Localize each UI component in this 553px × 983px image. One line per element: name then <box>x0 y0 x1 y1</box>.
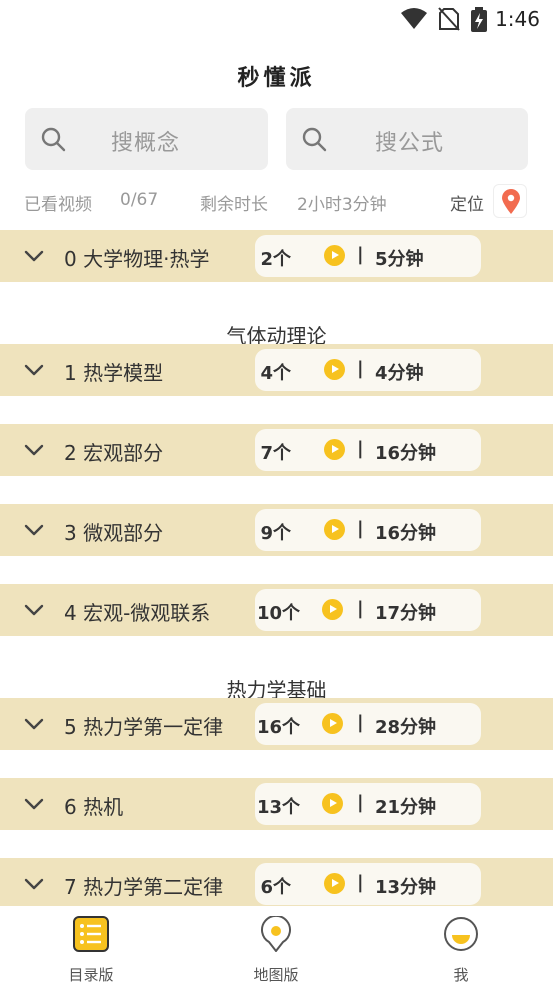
chevron-down-icon[interactable] <box>24 250 44 262</box>
chapter-title: 4 宏观-微观联系 <box>64 601 211 625</box>
location-pin-icon <box>502 189 520 214</box>
video-count: 16个 <box>256 717 300 738</box>
bottom-nav: 目录版 地图版 我 <box>0 906 553 983</box>
watched-label: 已看视频 <box>24 195 92 215</box>
status-bar: 1:46 <box>0 0 553 40</box>
chapter-title: 0 大学物理·热学 <box>64 247 210 271</box>
locate-label[interactable]: 定位 <box>450 190 484 216</box>
chapter-duration: 4分钟 <box>375 363 424 384</box>
remaining-label: 剩余时长 <box>200 195 268 215</box>
pill-separator: | <box>357 712 364 733</box>
video-count: 2个 <box>260 249 291 270</box>
chapter-row[interactable]: 3 微观部分 9个 | 16分钟 <box>0 504 553 556</box>
app-title: 秒懂派 <box>237 66 316 91</box>
video-count: 13个 <box>256 797 300 818</box>
chapter-row[interactable]: 2 宏观部分 7个 | 16分钟 <box>0 424 553 476</box>
video-count: 7个 <box>260 443 291 464</box>
nav-label-map: 地图版 <box>253 966 299 983</box>
chapter-duration: 28分钟 <box>375 717 437 738</box>
play-icon <box>322 793 343 814</box>
play-icon <box>324 873 345 894</box>
chapter-duration: 21分钟 <box>375 797 437 818</box>
chapter-stats-pill[interactable]: 10个 | 17分钟 <box>255 589 481 631</box>
chapter-row[interactable]: 4 宏观-微观联系 10个 | 17分钟 <box>0 584 553 636</box>
nav-label-catalog: 目录版 <box>68 966 114 983</box>
formula-search-input[interactable]: 搜公式 <box>286 108 528 170</box>
profile-icon <box>444 917 478 951</box>
search-icon <box>302 127 327 152</box>
chapter-title: 7 热力学第二定律 <box>64 875 224 899</box>
chapter-duration: 16分钟 <box>375 443 437 464</box>
nav-item-catalog[interactable]: 目录版 <box>41 914 141 983</box>
chapter-title: 5 热力学第一定律 <box>64 715 224 739</box>
chapter-stats-pill[interactable]: 7个 | 16分钟 <box>255 429 481 471</box>
formula-search-placeholder: 搜公式 <box>375 131 445 156</box>
chevron-down-icon[interactable] <box>24 718 44 730</box>
nav-item-me[interactable]: 我 <box>411 914 511 983</box>
chapter-row[interactable]: 1 热学模型 4个 | 4分钟 <box>0 344 553 396</box>
chapter-stats-pill[interactable]: 6个 | 13分钟 <box>255 863 481 905</box>
play-icon <box>324 359 345 380</box>
pill-separator: | <box>357 438 364 459</box>
list-icon <box>73 916 109 952</box>
pill-separator: | <box>357 792 364 813</box>
nav-item-map[interactable]: 地图版 <box>226 914 326 983</box>
chapter-stats-pill[interactable]: 13个 | 21分钟 <box>255 783 481 825</box>
pill-separator: | <box>357 244 364 265</box>
chapter-row[interactable]: 6 热机 13个 | 21分钟 <box>0 778 553 830</box>
video-count: 4个 <box>260 363 291 384</box>
concept-search-input[interactable]: 搜概念 <box>25 108 268 170</box>
play-icon <box>324 245 345 266</box>
chapter-row[interactable]: 5 热力学第一定律 16个 | 28分钟 <box>0 698 553 750</box>
chevron-down-icon[interactable] <box>24 878 44 890</box>
pill-separator: | <box>357 358 364 379</box>
pill-separator: | <box>357 598 364 619</box>
chapter-duration: 16分钟 <box>375 523 437 544</box>
chapter-duration: 17分钟 <box>375 603 437 624</box>
chapter-title: 6 热机 <box>64 795 124 819</box>
status-time: 1:46 <box>495 7 540 31</box>
chapter-title: 3 微观部分 <box>64 521 164 545</box>
chapter-duration: 5分钟 <box>375 249 424 270</box>
chevron-down-icon[interactable] <box>24 798 44 810</box>
remaining-value: 2小时3分钟 <box>297 195 387 215</box>
chapter-stats-pill[interactable]: 4个 | 4分钟 <box>255 349 481 391</box>
no-sim-icon <box>438 7 460 31</box>
pill-separator: | <box>357 518 364 539</box>
search-icon <box>41 127 66 152</box>
chapter-duration: 13分钟 <box>375 877 437 898</box>
chevron-down-icon[interactable] <box>24 524 44 536</box>
locate-button[interactable] <box>493 184 527 218</box>
chapter-stats-pill[interactable]: 16个 | 28分钟 <box>255 703 481 745</box>
video-count: 9个 <box>260 523 291 544</box>
play-icon <box>322 713 343 734</box>
nav-label-me: 我 <box>453 966 469 983</box>
chevron-down-icon[interactable] <box>24 604 44 616</box>
video-count: 6个 <box>260 877 291 898</box>
chapter-title: 2 宏观部分 <box>64 441 164 465</box>
chapter-row[interactable]: 7 热力学第二定律 6个 | 13分钟 <box>0 858 553 910</box>
play-icon <box>324 439 345 460</box>
chapter-stats-pill[interactable]: 9个 | 16分钟 <box>255 509 481 551</box>
chapter-row[interactable]: 0 大学物理·热学 2个 | 5分钟 <box>0 230 553 282</box>
wifi-icon <box>401 8 427 29</box>
battery-charging-icon <box>471 7 487 32</box>
map-pin-icon <box>261 916 291 952</box>
play-icon <box>324 519 345 540</box>
concept-search-placeholder: 搜概念 <box>111 131 181 156</box>
video-count: 10个 <box>256 603 300 624</box>
chevron-down-icon[interactable] <box>24 444 44 456</box>
pill-separator: | <box>357 872 364 893</box>
chevron-down-icon[interactable] <box>24 364 44 376</box>
play-icon <box>322 599 343 620</box>
chapter-stats-pill[interactable]: 2个 | 5分钟 <box>255 235 481 277</box>
watched-value: 0/67 <box>120 190 159 210</box>
chapter-title: 1 热学模型 <box>64 361 164 385</box>
